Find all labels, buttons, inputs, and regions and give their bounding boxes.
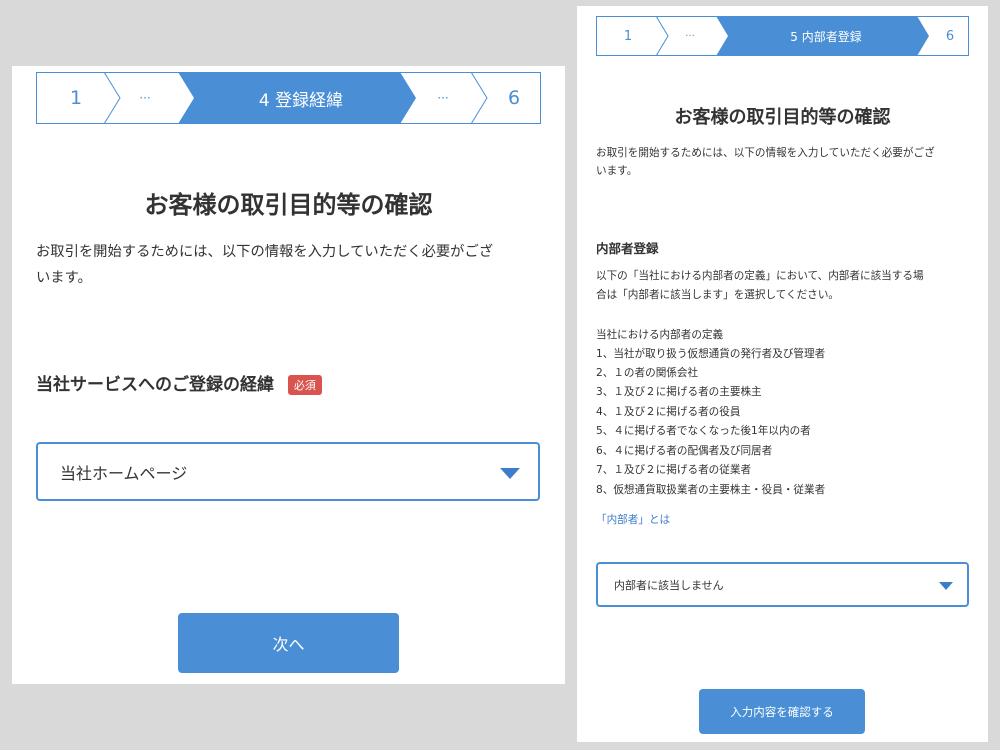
description-line2: います。 [36, 270, 92, 286]
chevron-down-icon [500, 468, 520, 479]
page-title: お客様の取引目的等の確認 [144, 191, 433, 219]
list-item: 1、当社が取り扱う仮想通貨の発行者及び管理者 [596, 348, 826, 360]
list-item: 4、１及び２に掲げる者の役員 [596, 406, 741, 418]
step-last: 6 [945, 28, 955, 44]
chevron-down-icon [939, 582, 953, 590]
list-item: 8、仮想通貨取扱業者の主要株主・役員・従業者 [596, 484, 826, 496]
step-last: 6 [507, 87, 521, 109]
definition-heading: 当社における内部者の定義 [596, 329, 724, 341]
confirm-input-button[interactable]: 入力内容を確認する [699, 689, 865, 734]
left-screen-panel: 1 ··· 4 登録経緯 ··· 6 お客様の取引目的等の確認 お取引を開始する… [12, 66, 565, 684]
page-title: お客様の取引目的等の確認 [674, 107, 891, 128]
progress-stepper: 1 ··· 5 内部者登録 6 [596, 16, 969, 56]
step-first: 1 [623, 28, 633, 44]
description-line1: お取引を開始するためには、以下の情報を入力していただく必要がござ [596, 147, 935, 159]
description-line2: います。 [596, 165, 638, 177]
section-heading: 内部者登録 [596, 241, 659, 256]
instruction-line2: 合は「内部者に該当します」を選択してください。 [596, 289, 840, 301]
list-item: 5、４に掲げる者でなくなった後1年以内の者 [596, 425, 811, 437]
step-current: 5 内部者登録 [790, 29, 862, 44]
right-screen-panel: 1 ··· 5 内部者登録 6 お客様の取引目的等の確認 お取引を開始するために… [577, 6, 988, 742]
insider-status-select[interactable]: 内部者に該当しません [596, 562, 969, 607]
list-item: 3、１及び２に掲げる者の主要株主 [596, 386, 762, 398]
instruction-line1: 以下の「当社における内部者の定義」において、内部者に該当する場 [596, 270, 924, 282]
step-first: 1 [69, 87, 83, 109]
insider-definition-link[interactable]: 「内部者」とは [596, 512, 670, 527]
description-line1: お取引を開始するためには、以下の情報を入力していただく必要がござ [36, 244, 494, 260]
select-value: 内部者に該当しません [614, 578, 724, 592]
section-heading-text: 当社サービスへのご登録の経緯 [36, 375, 274, 395]
step-current: 4 登録経緯 [258, 90, 344, 111]
step-next-ellipsis: ··· [437, 91, 449, 105]
list-item: 2、１の者の関係会社 [596, 367, 699, 379]
list-item: 6、４に掲げる者の配偶者及び同居者 [596, 445, 773, 457]
section-heading: 当社サービスへのご登録の経緯 必須 [36, 370, 322, 395]
required-badge: 必須 [287, 375, 322, 395]
select-value: 当社ホームページ [60, 463, 188, 483]
step-prev-ellipsis: ··· [139, 91, 151, 105]
progress-stepper: 1 ··· 4 登録経緯 ··· 6 [36, 72, 541, 124]
step-prev-ellipsis: ··· [685, 30, 695, 42]
list-item: 7、１及び２に掲げる者の従業者 [596, 464, 752, 476]
registration-source-select[interactable]: 当社ホームページ [36, 442, 540, 501]
next-button[interactable]: 次へ [178, 613, 399, 673]
